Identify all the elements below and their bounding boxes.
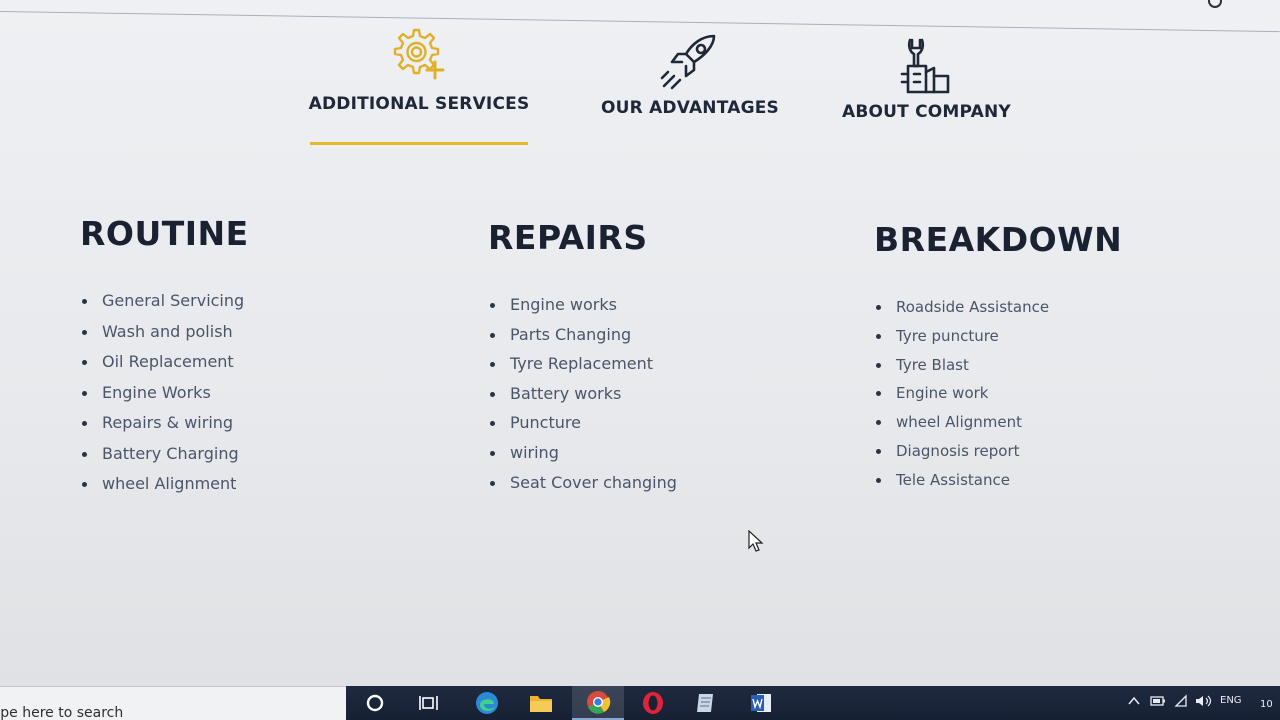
list-item[interactable]: Tele Assistance xyxy=(874,470,1122,499)
file-explorer-icon[interactable] xyxy=(516,686,566,720)
service-list: Roadside Assistance Tyre puncture Tyre B… xyxy=(874,297,1122,499)
wrench-hand-icon xyxy=(900,38,950,94)
battery-icon[interactable] xyxy=(1150,695,1166,707)
list-item[interactable]: Battery Charging xyxy=(80,444,249,475)
service-column-breakdown: BREAKDOWN Roadside Assistance Tyre punct… xyxy=(874,220,1122,499)
system-tray: ENG 10 xyxy=(1120,686,1280,720)
list-item[interactable]: Wash and polish xyxy=(80,322,249,353)
task-view-icon[interactable] xyxy=(404,686,454,720)
notes-app-icon[interactable] xyxy=(682,686,732,720)
tab-our-advantages[interactable]: OUR ADVANTAGES xyxy=(598,32,782,118)
taskbar-search-box[interactable]: ype here to search xyxy=(0,686,346,720)
opera-icon[interactable] xyxy=(628,686,678,720)
column-heading: ROUTINE xyxy=(80,214,249,253)
search-placeholder: ype here to search xyxy=(0,705,124,720)
cortana-icon[interactable] xyxy=(350,686,400,720)
tab-label: ADDITIONAL SERVICES xyxy=(308,94,530,114)
tab-about-company[interactable]: ABOUT COMPANY xyxy=(842,36,1011,122)
tab-additional-services[interactable]: ADDITIONAL SERVICES xyxy=(306,24,532,145)
column-heading: BREAKDOWN xyxy=(874,220,1123,259)
list-item[interactable]: Tyre puncture xyxy=(874,326,1122,355)
list-item[interactable]: Diagnosis report xyxy=(874,441,1122,470)
list-item[interactable]: Tyre Blast xyxy=(874,355,1122,384)
chevron-up-icon[interactable] xyxy=(1128,696,1140,706)
list-item[interactable]: Seat Cover changing xyxy=(488,473,677,503)
active-tab-underline xyxy=(310,142,528,145)
list-item[interactable]: Roadside Assistance xyxy=(874,297,1122,326)
taskbar-app-area: ENG 10 xyxy=(346,686,1280,720)
edge-icon[interactable] xyxy=(462,686,512,720)
list-item[interactable]: wiring xyxy=(488,443,677,473)
list-item[interactable]: Parts Changing xyxy=(488,325,677,355)
clock[interactable]: 10 xyxy=(1260,699,1273,710)
tab-label: OUR ADVANTAGES xyxy=(601,98,779,118)
service-column-repairs: REPAIRS Engine works Parts Changing Tyre… xyxy=(488,218,677,502)
tab-label: ABOUT COMPANY xyxy=(842,102,1011,122)
list-item[interactable]: Oil Replacement xyxy=(80,352,249,383)
list-item[interactable]: Engine work xyxy=(874,383,1122,412)
header-divider xyxy=(0,0,1280,33)
list-item[interactable]: wheel Alignment xyxy=(80,474,249,505)
wifi-icon[interactable] xyxy=(1174,694,1188,708)
word-icon[interactable] xyxy=(736,686,786,720)
web-page: ADDITIONAL SERVICES OUR ADVANTAGES ABOUT… xyxy=(0,0,1280,686)
service-list: Engine works Parts Changing Tyre Replace… xyxy=(488,295,677,502)
speaker-icon[interactable] xyxy=(1194,694,1212,708)
language-indicator[interactable]: ENG xyxy=(1220,695,1242,706)
list-item[interactable]: Engine works xyxy=(488,295,677,325)
service-list: General Servicing Wash and polish Oil Re… xyxy=(80,291,249,505)
chrome-icon[interactable] xyxy=(572,686,624,720)
column-heading: REPAIRS xyxy=(488,218,648,257)
list-item[interactable]: Engine Works xyxy=(80,383,249,414)
list-item[interactable]: Battery works xyxy=(488,384,677,414)
rocket-icon xyxy=(660,34,716,90)
list-item[interactable]: Puncture xyxy=(488,413,677,443)
gear-plus-icon xyxy=(393,28,445,80)
search-icon[interactable] xyxy=(1208,0,1222,8)
list-item[interactable]: General Servicing xyxy=(80,291,249,322)
list-item[interactable]: Repairs & wiring xyxy=(80,413,249,444)
windows-taskbar: ype here to search ENG 10 xyxy=(0,686,1280,720)
list-item[interactable]: wheel Alignment xyxy=(874,412,1122,441)
mouse-pointer-icon xyxy=(748,530,764,552)
service-column-routine: ROUTINE General Servicing Wash and polis… xyxy=(80,214,249,505)
list-item[interactable]: Tyre Replacement xyxy=(488,354,677,384)
